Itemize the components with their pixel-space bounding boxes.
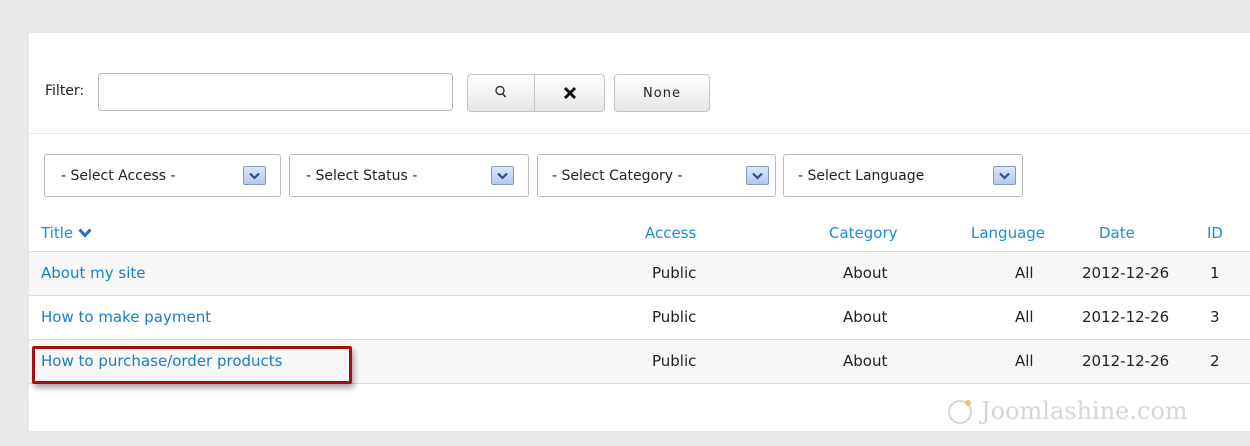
select-status[interactable]: - Select Status - [289, 154, 529, 197]
search-icon [495, 85, 507, 98]
select-access[interactable]: - Select Access - [44, 154, 281, 197]
language-cell: All [1015, 352, 1034, 370]
article-title-link[interactable]: How to purchase/order products [41, 352, 283, 370]
chevron-down-icon [243, 166, 266, 185]
date-cell: 2012-12-26 [1082, 308, 1170, 326]
column-header-access[interactable]: Access [645, 224, 696, 242]
access-cell: Public [652, 264, 697, 282]
column-header-language[interactable]: Language [971, 224, 1045, 242]
select-status-label: - Select Status - [306, 167, 418, 184]
select-access-label: - Select Access - [61, 167, 176, 184]
joomlashine-logo-icon [948, 400, 972, 424]
date-cell: 2012-12-26 [1082, 352, 1170, 370]
search-button[interactable] [467, 74, 535, 112]
filter-button-group [467, 74, 605, 112]
article-select-panel: Filter: None - Select Access - - Select … [29, 33, 1250, 431]
column-header-category[interactable]: Category [829, 224, 898, 242]
filter-input[interactable] [98, 73, 453, 111]
column-header-date[interactable]: Date [1099, 224, 1135, 242]
select-category[interactable]: - Select Category - [537, 154, 776, 197]
column-header-title-label: Title [41, 224, 74, 242]
table-row: How to purchase/order products Public Ab… [29, 340, 1250, 384]
clear-button[interactable] [535, 74, 605, 112]
chevron-down-icon [993, 166, 1016, 185]
chevron-down-icon [746, 166, 769, 185]
divider [29, 133, 1250, 134]
id-cell: 3 [1210, 308, 1220, 326]
select-language[interactable]: - Select Language [783, 154, 1023, 197]
table-row: How to make payment Public About All 201… [29, 296, 1250, 340]
category-cell: About [843, 264, 888, 282]
language-cell: All [1015, 264, 1034, 282]
article-title-link[interactable]: How to make payment [41, 308, 211, 326]
language-cell: All [1015, 308, 1034, 326]
close-icon [563, 86, 576, 100]
id-cell: 2 [1210, 352, 1220, 370]
select-category-label: - Select Category - [552, 167, 683, 184]
id-cell: 1 [1210, 264, 1220, 282]
watermark-text: Joomlashine.com [981, 397, 1188, 425]
access-cell: Public [652, 308, 697, 326]
watermark: Joomlashine.com [947, 397, 1188, 425]
select-language-label: - Select Language [798, 167, 925, 184]
chevron-down-icon [491, 166, 514, 185]
category-cell: About [843, 352, 888, 370]
column-header-title[interactable]: Title [41, 224, 92, 242]
date-cell: 2012-12-26 [1082, 264, 1170, 282]
filter-bar: Filter: None [29, 73, 1250, 119]
column-header-id[interactable]: ID [1207, 224, 1223, 242]
filter-label: Filter: [45, 83, 85, 99]
none-button[interactable]: None [614, 74, 710, 112]
table-row: About my site Public About All 2012-12-2… [29, 252, 1250, 296]
category-cell: About [843, 308, 888, 326]
sort-desc-icon [78, 228, 92, 238]
article-title-link[interactable]: About my site [41, 264, 145, 282]
access-cell: Public [652, 352, 697, 370]
